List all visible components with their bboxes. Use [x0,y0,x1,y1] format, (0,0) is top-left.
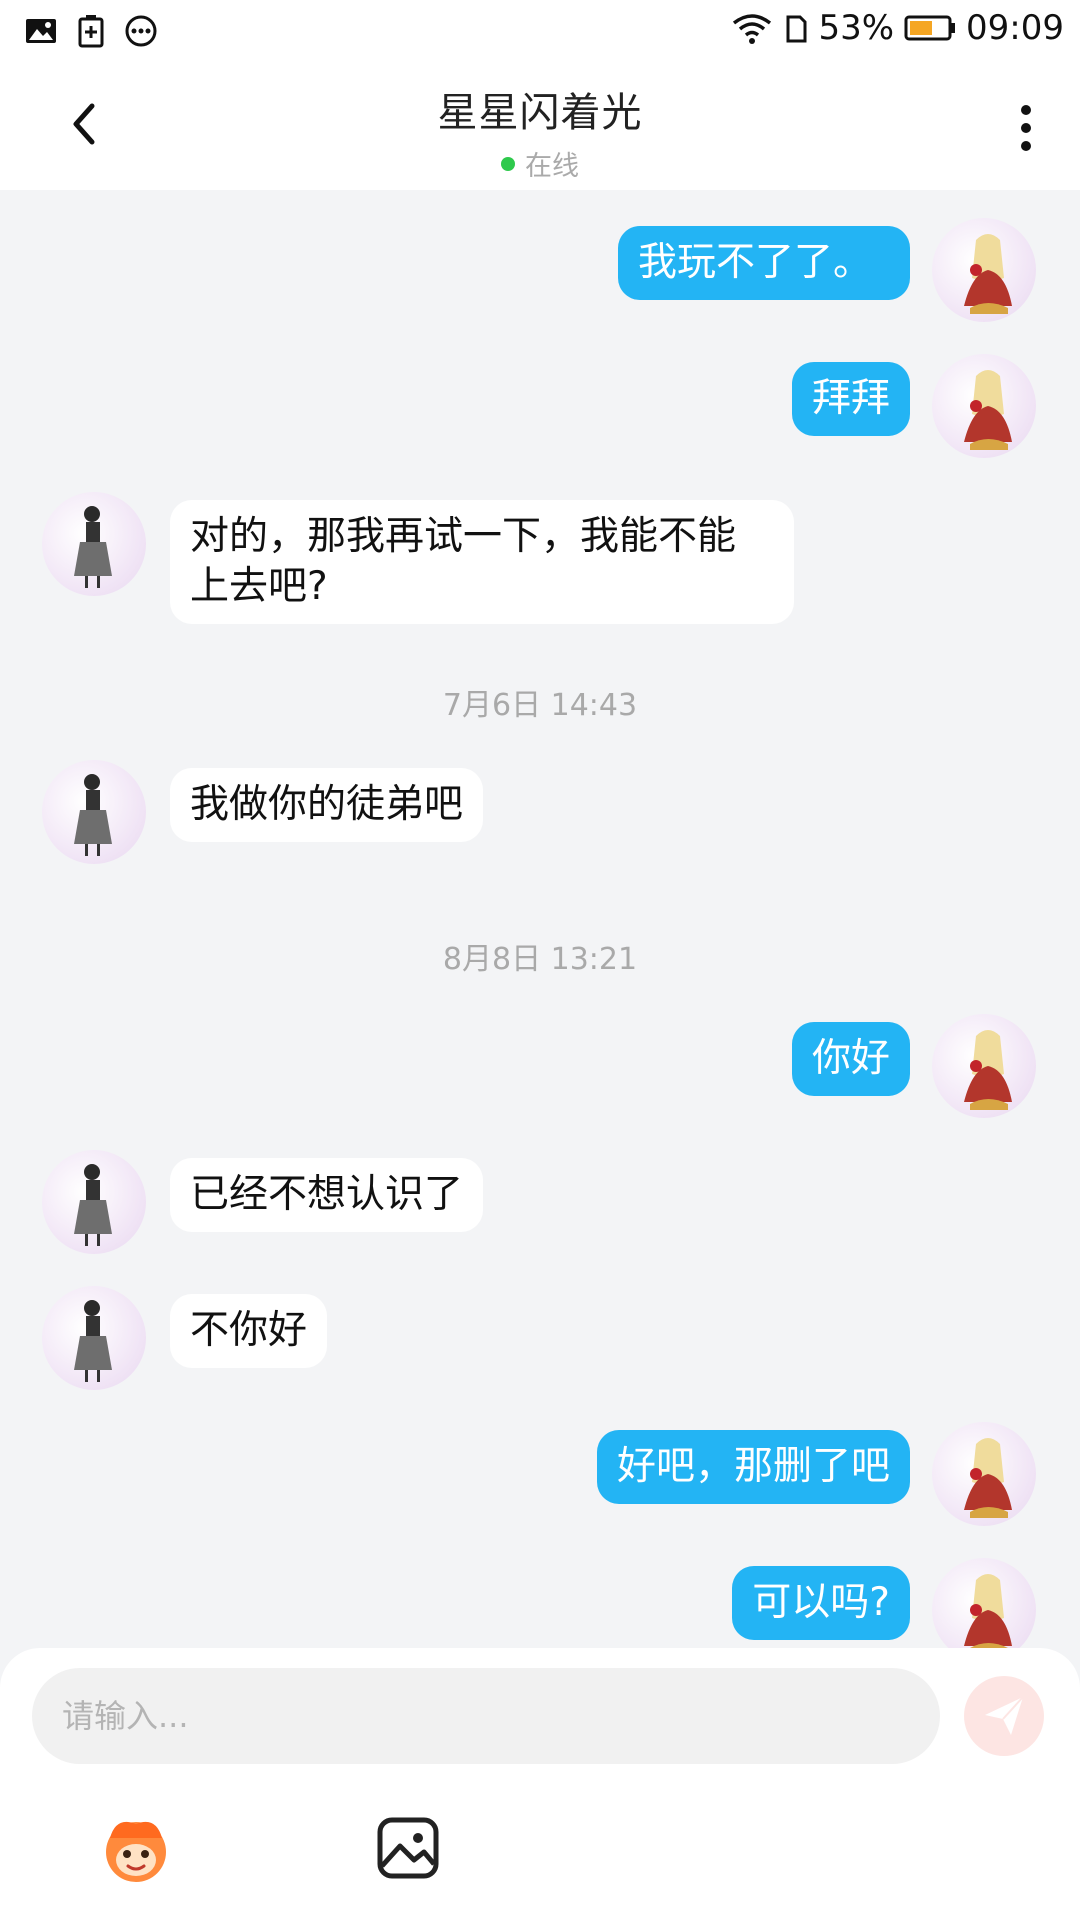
incoming-bubble[interactable]: 我做你的徒弟吧 [170,768,484,842]
princess-avatar-icon [964,1438,1012,1518]
battery-icon [904,15,956,41]
status-bar-right: 53% 09:09 [730,8,1064,48]
princess-avatar-icon [964,1574,1012,1650]
outgoing-bubble[interactable]: 可以吗? [732,1566,910,1640]
online-status: 在线 [0,144,1080,183]
princess-avatar-icon [964,234,1012,314]
status-bar-left-icons [24,14,158,48]
wifi-icon [733,14,772,44]
my-avatar[interactable] [932,354,1036,458]
my-avatar[interactable] [932,1014,1036,1118]
message-list[interactable]: 我玩不了了。 拜拜 对的，那我再试一下，我能不能上去吧? 7月6日 14:43 … [0,190,1080,1650]
contact-name: 星星闪着光 [437,90,643,136]
more-dots-icon [125,15,157,47]
princess-avatar-icon [964,1030,1012,1110]
outgoing-bubble[interactable]: 我玩不了了。 [618,226,910,300]
online-status-text: 在线 [525,151,579,182]
message-input[interactable] [32,1668,940,1764]
princess-avatar-icon [964,370,1012,450]
emoji-mascot-icon[interactable] [96,1808,176,1888]
battery-percent: 53% [818,8,895,48]
my-avatar[interactable] [932,1422,1036,1526]
more-options-icon[interactable] [1006,98,1046,158]
send-button[interactable] [964,1676,1044,1756]
incoming-bubble[interactable]: 不你好 [170,1294,328,1368]
battery-saver-icon [78,15,104,48]
my-avatar[interactable] [932,218,1036,322]
contact-avatar[interactable] [42,1150,146,1254]
outgoing-bubble[interactable]: 你好 [791,1022,910,1096]
contact-avatar[interactable] [42,760,146,864]
girl-avatar-icon [74,1164,112,1246]
timestamp: 7月6日 14:43 [442,688,638,723]
contact-avatar[interactable] [42,1286,146,1390]
outgoing-bubble[interactable]: 拜拜 [791,362,910,436]
incoming-bubble[interactable]: 对的，那我再试一下，我能不能上去吧? [170,500,794,624]
timestamp: 8月8日 13:21 [442,942,638,977]
clock: 09:09 [966,8,1064,48]
outgoing-bubble[interactable]: 好吧，那删了吧 [596,1430,910,1504]
incoming-bubble[interactable]: 已经不想认识了 [170,1158,484,1232]
girl-avatar-icon [74,1300,112,1382]
girl-avatar-icon [74,506,112,588]
message-composer [0,1648,1080,1920]
image-picker-icon[interactable] [368,1808,448,1888]
chat-header: 星星闪着光 在线 [0,62,1080,190]
sim-icon [786,15,807,43]
my-avatar[interactable] [932,1558,1036,1650]
status-bar: 53% 09:09 [0,0,1080,62]
girl-avatar-icon [74,774,112,856]
image-icon [26,19,56,43]
online-dot-icon [501,156,515,171]
chat-title-block: 星星闪着光 在线 [0,80,1080,183]
send-plane-icon [985,1696,1024,1735]
contact-avatar[interactable] [42,492,146,596]
